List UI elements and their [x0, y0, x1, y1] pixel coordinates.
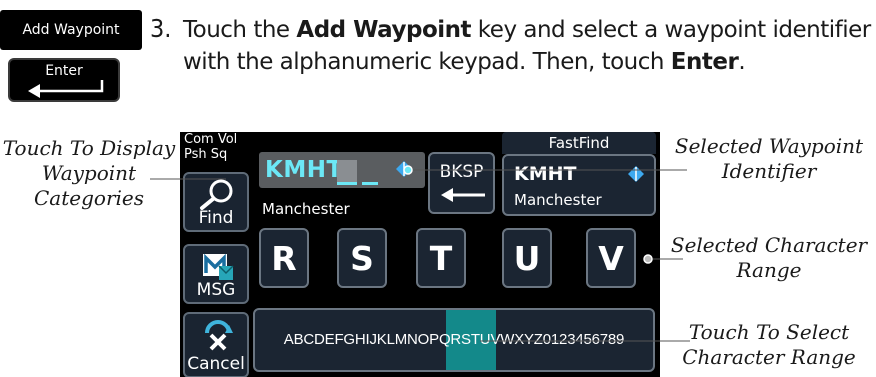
step-instruction-text: Touch the Add Waypoint key and select a …	[183, 17, 871, 75]
callout-display-categories: Touch To Display Waypoint Categories	[2, 136, 176, 210]
find-label: Find	[198, 208, 234, 228]
letter-key-v[interactable]: V	[586, 228, 636, 288]
fastfind-name: Manchester	[514, 191, 602, 209]
cursor-underline-2	[362, 182, 378, 185]
waypoint-identifier-value: KMHT	[265, 157, 343, 183]
cancel-label: Cancel	[187, 354, 245, 374]
cancel-button[interactable]: Cancel	[183, 312, 249, 377]
add-waypoint-key[interactable]: Add Waypoint	[0, 10, 142, 50]
waypoint-identifier-field[interactable]: KMHT	[259, 152, 425, 188]
letter-key-t[interactable]: T	[416, 228, 466, 288]
character-range-selector[interactable]: ABCDEFGHIJKLMNOPQRSTUVWXYZ0123456789	[253, 308, 655, 372]
cursor-slot-1	[337, 160, 357, 182]
callout-select-range: Touch To Select Character Range	[682, 320, 856, 369]
find-button[interactable]: Find	[183, 172, 249, 232]
msg-label: MSG	[196, 280, 236, 300]
magnifier-icon	[200, 179, 233, 210]
character-range-text: ABCDEFGHIJKLMNOPQRSTUVWXYZ0123456789	[283, 331, 625, 348]
cursor-underline-1	[337, 182, 357, 185]
enter-key-label: Enter	[45, 63, 83, 79]
device-screen: Com Vol Psh Sq Find MSG Cancel KMHT Manc…	[180, 132, 660, 377]
fastfind-header: FastFind	[502, 132, 656, 154]
com-vol-label: Com Vol Psh Sq	[184, 132, 238, 162]
fastfind-identifier: KMHT	[514, 163, 577, 185]
backspace-arrow-icon	[441, 188, 485, 202]
letter-key-u[interactable]: U	[502, 228, 552, 288]
fastfind-airport-icon	[628, 166, 644, 182]
cancel-icon	[205, 320, 233, 351]
waypoint-airport-icon	[396, 161, 412, 177]
step-number: 3.	[150, 14, 172, 43]
enter-key[interactable]: Enter	[8, 58, 120, 102]
message-icon	[203, 253, 234, 280]
waypoint-name: Manchester	[262, 200, 350, 218]
msg-button[interactable]: MSG	[183, 244, 249, 304]
callout-selected-identifier: Selected Waypoint Identifier	[674, 134, 864, 183]
fastfind-result-button[interactable]: KMHT Manchester	[502, 154, 656, 216]
backspace-button[interactable]: BKSP	[428, 152, 495, 214]
letter-key-r[interactable]: R	[259, 228, 309, 288]
bksp-label: BKSP	[439, 162, 484, 182]
callout-selected-range: Selected Character Range	[670, 233, 868, 282]
enter-arrow-icon	[28, 80, 104, 98]
letter-key-s[interactable]: S	[337, 228, 387, 288]
